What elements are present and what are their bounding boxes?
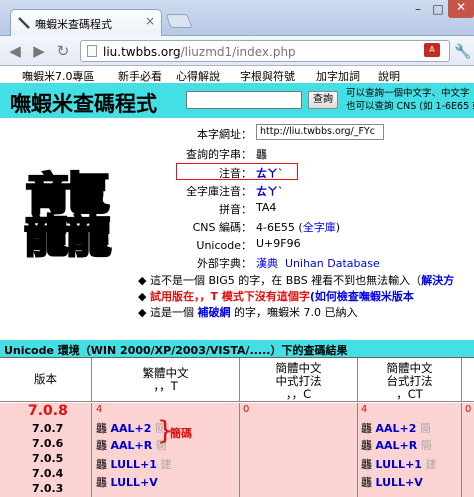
site-menu: 嘸蝦米7.0專區 新手必看 心得解說 字根與符號 加字加詞 說明: [0, 67, 474, 83]
info-label: 拼音：: [219, 203, 252, 216]
bullet-icon: ◆: [138, 290, 147, 303]
info-label: CNS 編碼：: [192, 221, 252, 234]
tab-close-icon[interactable]: ×: [145, 14, 155, 28]
count-simplified-cn: 0: [243, 404, 250, 415]
info-row-cns: CNS 編碼： 4-6E55 (全字庫): [0, 217, 474, 234]
version-item: 7.0.7: [32, 422, 64, 435]
header-banner: 嘸蝦米查碼程式 查詢 可以查詢一個中文字、中文字 也可以查詢 CNS (如 1-…: [0, 83, 474, 118]
unihan-link[interactable]: Unihan Database: [285, 257, 380, 270]
count-traditional: 4: [96, 404, 103, 415]
bullet-icon: ◆: [138, 306, 147, 319]
search-button[interactable]: 查詢: [308, 91, 338, 109]
title-bar: 嘸蝦米查碼程式 × – □ ✕: [0, 0, 474, 36]
cns-link[interactable]: 全字庫: [303, 221, 336, 234]
highlight-box: [176, 163, 298, 180]
info-value: TA4: [256, 201, 277, 214]
col-header-simplified-cn: 簡體中文 中式打法 ，，C: [240, 358, 358, 402]
url-text: liu.twbbs.org/liuzmd1/index.php: [103, 45, 296, 59]
info-row-url: 本字網址： http://liu.twbbs.org/_FYc: [0, 124, 474, 141]
info-row-unicode: Unicode： U+9F96: [0, 235, 474, 252]
wrench-menu-icon[interactable]: 🔧: [454, 44, 471, 60]
code-row: 龘 LULL+1 建: [96, 458, 172, 471]
info-value: ㄊㄚˋ: [256, 185, 284, 198]
browser-toolbar: ◀ ▶ ↻ liu.twbbs.org/liuzmd1/index.php A …: [0, 36, 474, 66]
patch-link[interactable]: 補破網: [198, 306, 231, 319]
info-label: 本字網址：: [197, 128, 252, 141]
code-row: 龘 LULL+V: [361, 476, 423, 489]
info-value: U+9F96: [256, 237, 301, 250]
info-row-cns-zhuyin: 全字庫注音： ㄊㄚˋ: [0, 181, 474, 198]
back-arrow-icon[interactable]: ◀: [6, 42, 24, 60]
version-item: 7.0.5: [32, 452, 64, 465]
short-code-label: 簡碼: [170, 427, 192, 440]
note-big5: ◆ 這不是一個 BIG5 的字，在 BBS 裡看不到也無法輸入（解決方: [138, 274, 455, 287]
col-header-traditional: 繁體中文 ，，T: [92, 358, 240, 402]
info-value: 4-6E55 (全字庫): [256, 221, 340, 234]
version-item: 7.0.3: [32, 482, 64, 495]
browser-tab[interactable]: 嘸蝦米查碼程式 ×: [10, 9, 162, 36]
col-header-extra: [462, 358, 474, 402]
page-icon: [87, 45, 97, 57]
search-input[interactable]: [186, 91, 302, 109]
code-row: 龘 LULL+V: [96, 476, 158, 489]
info-label: Unicode：: [196, 239, 252, 252]
char-url-field[interactable]: http://liu.twbbs.org/_FYc: [256, 124, 384, 140]
version-item: 7.0.4: [32, 467, 64, 480]
note-patch: ◆ 這是一個 補破網 的字，嘸蝦米 7.0 已納入: [138, 306, 358, 319]
search-help-text: 可以查詢一個中文字、中文字 也可以查詢 CNS (如 1-6E65 或: [346, 88, 474, 112]
info-row-pinyin: 拼音： TA4: [0, 199, 474, 216]
menu-item-liu70[interactable]: 嘸蝦米7.0專區: [22, 68, 95, 84]
new-tab-button[interactable]: [165, 14, 193, 28]
site-favicon-icon: [18, 17, 30, 29]
extra-cell: [462, 403, 474, 497]
check-version-link[interactable]: (如何檢查嘸蝦米版本: [310, 290, 414, 303]
menu-item-tips[interactable]: 心得解說: [176, 68, 220, 84]
code-row: 龘 AAL+2 簡: [96, 422, 166, 435]
info-row-query: 查詢的字串： 龘: [0, 144, 474, 161]
page-title: 嘸蝦米查碼程式: [10, 91, 157, 116]
menu-item-help[interactable]: 說明: [378, 68, 400, 84]
count-extra: 0: [465, 404, 472, 415]
menu-item-roots[interactable]: 字根與符號: [240, 68, 295, 84]
result-header: Unicode 環境（WIN 2000/XP/2003/VISTA/.....）…: [0, 340, 474, 357]
note-trial: ◆ 試用版在，，T 模式下沒有這個字(如何檢查嘸蝦米版本: [138, 290, 414, 303]
minimize-icon[interactable]: –: [408, 2, 428, 20]
result-title: Unicode 環境（WIN 2000/XP/2003/VISTA/.....）…: [4, 344, 348, 357]
col-header-version: 版本: [0, 358, 92, 402]
pdf-extension-icon[interactable]: A: [424, 43, 440, 57]
solution-link[interactable]: 解決方: [421, 274, 454, 287]
reload-icon[interactable]: ↻: [54, 42, 72, 60]
code-row: 龘 AAL+R 簡: [361, 439, 432, 452]
forward-arrow-icon[interactable]: ▶: [30, 42, 48, 60]
info-value: 龘: [256, 148, 267, 161]
simplified-cn-cell: [240, 403, 358, 497]
code-row: 龘 AAL+2 簡: [361, 422, 431, 435]
info-label: 外部字典：: [197, 257, 252, 270]
code-row: 龘 LULL+1 建: [361, 458, 437, 471]
info-row-dictionary: 外部字典： 漢典 Unihan Database: [0, 253, 474, 270]
info-value: 漢典 Unihan Database: [256, 255, 380, 271]
bullet-icon: ◆: [138, 274, 147, 287]
count-simplified-tw: 4: [361, 404, 368, 415]
menu-item-add-words[interactable]: 加字加詞: [316, 68, 360, 84]
maximize-icon[interactable]: □: [428, 2, 448, 20]
version-current: 7.0.8: [28, 403, 68, 419]
address-bar[interactable]: liu.twbbs.org/liuzmd1/index.php: [80, 40, 450, 62]
handian-link[interactable]: 漢典: [256, 257, 278, 270]
menu-item-beginner[interactable]: 新手必看: [118, 68, 162, 84]
info-label: 查詢的字串：: [186, 148, 252, 161]
info-label: 全字庫注音：: [186, 185, 252, 198]
tab-title: 嘸蝦米查碼程式: [35, 18, 112, 31]
version-item: 7.0.6: [32, 437, 64, 450]
col-header-simplified-tw: 簡體中文 台式打法 ，CT: [358, 358, 462, 402]
window-close-icon[interactable]: ✕: [448, 0, 474, 18]
